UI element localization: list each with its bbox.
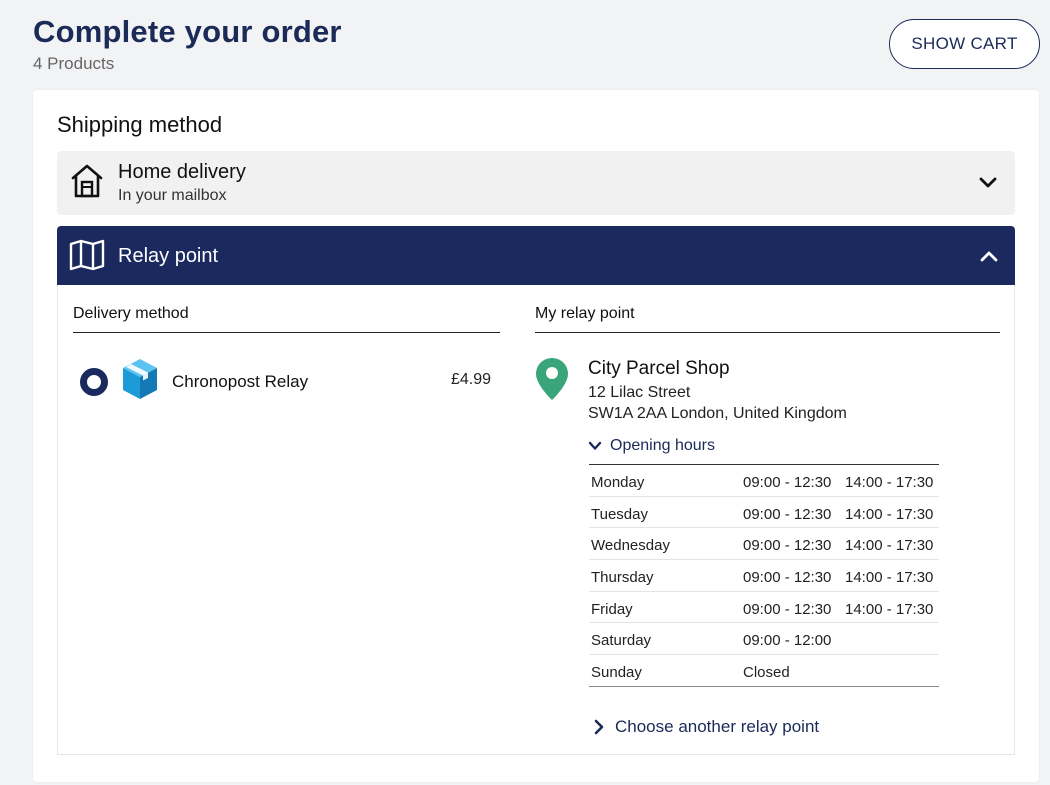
hours-morning: 09:00 - 12:30 xyxy=(743,505,832,523)
shipping-card: Shipping method Home delivery In your ma… xyxy=(33,90,1039,782)
hours-morning: 09:00 - 12:00 xyxy=(743,632,832,650)
relay-point-title: Relay point xyxy=(118,245,219,267)
product-count: 4 Products xyxy=(33,54,115,73)
hours-afternoon: 14:00 - 17:30 xyxy=(845,537,934,555)
divider xyxy=(73,332,500,333)
my-relay-point-heading: My relay point xyxy=(535,305,635,322)
hours-morning: 09:00 - 12:30 xyxy=(743,569,832,587)
table-row: Sunday Closed xyxy=(589,655,939,687)
choose-another-relay-link[interactable]: Choose another relay point xyxy=(593,717,819,737)
hours-afternoon: 14:00 - 17:30 xyxy=(845,569,934,587)
choose-another-relay-label: Choose another relay point xyxy=(615,717,820,736)
hours-day: Friday xyxy=(591,600,633,618)
table-row: Thursday 09:00 - 12:30 14:00 - 17:30 xyxy=(589,560,939,592)
chronopost-relay-radio[interactable] xyxy=(80,368,108,396)
table-row: Tuesday 09:00 - 12:30 14:00 - 17:30 xyxy=(589,497,939,529)
table-row: Wednesday 09:00 - 12:30 14:00 - 17:30 xyxy=(589,528,939,561)
hours-day: Tuesday xyxy=(591,505,648,523)
hours-morning: 09:00 - 12:30 xyxy=(743,537,832,555)
home-delivery-option[interactable]: Home delivery In your mailbox xyxy=(57,151,1015,215)
page-header: Complete your order 4 Products xyxy=(33,14,342,74)
hours-morning: Closed xyxy=(743,664,790,682)
home-delivery-subtitle: In your mailbox xyxy=(118,187,227,204)
hours-afternoon: 14:00 - 17:30 xyxy=(845,474,934,491)
delivery-method-heading: Delivery method xyxy=(73,305,189,322)
opening-hours-toggle[interactable]: Opening hours xyxy=(588,437,715,455)
location-pin-icon xyxy=(536,358,568,400)
table-row: Friday 09:00 - 12:30 14:00 - 17:30 xyxy=(589,592,939,624)
map-icon xyxy=(69,239,105,271)
hours-morning: 09:00 - 12:30 xyxy=(743,474,832,491)
hours-morning: 09:00 - 12:30 xyxy=(743,600,832,618)
hours-day: Sunday xyxy=(591,664,642,682)
delivery-method-name: Chronopost Relay xyxy=(172,372,309,391)
show-cart-button[interactable]: SHOW CART xyxy=(889,19,1040,69)
table-row: Saturday 09:00 - 12:00 xyxy=(589,623,939,656)
relay-point-option[interactable]: Relay point xyxy=(57,226,1015,285)
home-delivery-title: Home delivery xyxy=(118,161,246,183)
hours-day: Saturday xyxy=(591,632,652,650)
hours-day: Thursday xyxy=(591,569,654,587)
divider xyxy=(535,332,1000,333)
table-row: Monday 09:00 - 12:30 14:00 - 17:30 xyxy=(589,465,939,497)
opening-hours-table: Monday 09:00 - 12:30 14:00 - 17:30 Tuesd… xyxy=(589,464,939,687)
chevron-up-icon[interactable] xyxy=(979,246,999,266)
relay-shop-name: City Parcel Shop xyxy=(588,358,730,379)
hours-afternoon: 14:00 - 17:30 xyxy=(845,505,934,523)
chevron-down-icon xyxy=(588,441,602,450)
relay-shop-address-line1: 12 Lilac Street xyxy=(588,384,691,401)
chevron-down-icon[interactable] xyxy=(978,173,998,193)
hours-day: Monday xyxy=(591,474,645,491)
chevron-right-icon xyxy=(594,719,604,735)
hours-afternoon: 14:00 - 17:30 xyxy=(845,600,934,618)
page-title: Complete your order xyxy=(33,14,342,49)
box-icon xyxy=(123,359,157,399)
hours-day: Wednesday xyxy=(591,537,670,555)
relay-shop-address-line2: SW1A 2AA London, United Kingdom xyxy=(588,405,847,422)
relay-point-panel: Delivery method Chronopost Relay £4.99 M… xyxy=(57,285,1015,755)
house-icon xyxy=(71,164,103,198)
shipping-method-title: Shipping method xyxy=(57,112,223,137)
opening-hours-label: Opening hours xyxy=(610,437,715,454)
delivery-method-price: £4.99 xyxy=(451,371,492,388)
